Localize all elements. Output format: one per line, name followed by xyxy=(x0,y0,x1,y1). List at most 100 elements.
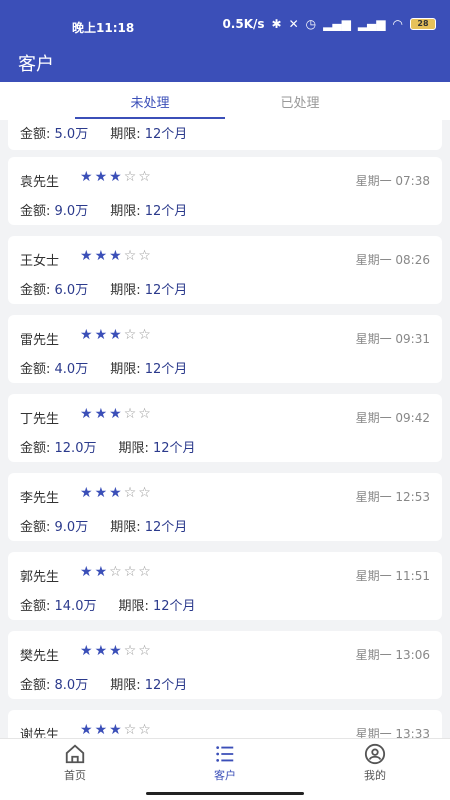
customer-name: 丁先生 xyxy=(20,412,60,427)
amount-value: 12.0万 xyxy=(54,441,97,456)
term-label: 期限: xyxy=(110,127,145,142)
loan-info: 金额: 5.0万 期限: 12个月 xyxy=(20,123,187,142)
alarm-icon: ◷ xyxy=(305,17,317,31)
status-time: 晚上11:18 xyxy=(72,21,135,35)
star-icon: ☆ xyxy=(123,406,139,422)
term-label: 期限: xyxy=(110,520,145,535)
list-item[interactable]: 樊先生 ★★★☆☆ 星期一 13:06 金额: 8.0万 期限: 12个月 xyxy=(8,631,442,699)
status-tabs: 未处理 已处理 xyxy=(0,82,450,120)
customer-time: 星期一 09:42 xyxy=(355,411,430,425)
star-icon: ☆ xyxy=(123,485,139,501)
star-icon: ☆ xyxy=(123,564,139,580)
page-title: 客户 xyxy=(18,54,54,75)
term-value: 12个月 xyxy=(144,678,188,693)
tab-mine[interactable]: 我的 xyxy=(300,743,450,783)
tab-mine-label: 我的 xyxy=(364,769,386,782)
star-icon: ★ xyxy=(94,169,110,185)
amount-label: 金额: xyxy=(20,204,55,219)
list-item[interactable]: 金额: 5.0万 期限: 12个月 xyxy=(8,120,442,150)
term-label: 期限: xyxy=(110,283,145,298)
star-icon: ★ xyxy=(109,643,124,659)
customer-time: 星期一 09:31 xyxy=(355,332,430,346)
tab-customers-label: 客户 xyxy=(214,769,236,782)
loan-info: 金额: 14.0万 期限: 12个月 xyxy=(20,595,196,614)
list-item[interactable]: 丁先生 ★★★☆☆ 星期一 09:42 金额: 12.0万 期限: 12个月 xyxy=(8,394,442,462)
list-item[interactable]: 王女士 ★★★☆☆ 星期一 08:26 金额: 6.0万 期限: 12个月 xyxy=(8,236,442,304)
rating: ★★☆☆☆ xyxy=(80,564,153,580)
star-icon: ★ xyxy=(109,169,124,185)
amount-value: 5.0万 xyxy=(54,127,89,142)
app-bar: 客户 xyxy=(0,42,450,82)
tab-customers[interactable]: 客户 xyxy=(150,743,300,783)
star-icon: ☆ xyxy=(109,564,124,580)
list-item[interactable]: 袁先生 ★★★☆☆ 星期一 07:38 金额: 9.0万 期限: 12个月 xyxy=(8,157,442,225)
list-item[interactable]: 谢先生 ★★★☆☆ 星期一 13:33 金额: xyxy=(8,710,442,738)
term-value: 12个月 xyxy=(144,520,188,535)
rating: ★★★☆☆ xyxy=(80,248,153,264)
amount-label: 金额: xyxy=(20,362,55,377)
star-icon: ☆ xyxy=(138,169,153,185)
term-value: 12个月 xyxy=(144,127,188,142)
star-icon: ☆ xyxy=(123,169,139,185)
term-label: 期限: xyxy=(118,599,153,614)
term-label: 期限: xyxy=(110,678,145,693)
home-icon xyxy=(65,744,85,764)
customer-name: 郭先生 xyxy=(20,570,60,585)
star-icon: ★ xyxy=(94,643,110,659)
customer-time: 星期一 08:26 xyxy=(355,253,430,267)
star-icon: ★ xyxy=(80,248,95,264)
customer-list[interactable]: 金额: 5.0万 期限: 12个月 袁先生 ★★★☆☆ 星期一 07:38 金额:… xyxy=(0,120,450,738)
customer-name: 樊先生 xyxy=(20,649,60,664)
amount-value: 9.0万 xyxy=(54,204,89,219)
network-speed: 0.5K/s xyxy=(222,17,265,31)
rating: ★★★☆☆ xyxy=(80,406,153,422)
amount-label: 金额: xyxy=(20,441,55,456)
star-icon: ★ xyxy=(109,327,124,343)
user-icon xyxy=(364,743,386,765)
rating: ★★★☆☆ xyxy=(80,643,153,659)
star-icon: ★ xyxy=(80,169,95,185)
loan-info: 金额: 6.0万 期限: 12个月 xyxy=(20,279,187,298)
term-value: 12个月 xyxy=(144,204,188,219)
star-icon: ☆ xyxy=(138,643,153,659)
star-icon: ★ xyxy=(109,406,124,422)
mute-icon: ✕ xyxy=(288,17,299,31)
bottom-tab-bar: 首页 客户 我的 xyxy=(0,738,450,800)
star-icon: ★ xyxy=(80,564,95,580)
star-icon: ★ xyxy=(94,722,110,738)
amount-value: 14.0万 xyxy=(54,599,97,614)
bluetooth-icon: ✱ xyxy=(271,17,282,31)
star-icon: ★ xyxy=(80,485,95,501)
amount-label: 金额: xyxy=(20,678,55,693)
rating: ★★★☆☆ xyxy=(80,169,153,185)
battery-icon: 28 xyxy=(410,18,436,30)
term-value: 12个月 xyxy=(152,441,196,456)
customer-time: 星期一 13:06 xyxy=(355,648,430,662)
star-icon: ★ xyxy=(94,564,110,580)
amount-label: 金额: xyxy=(20,283,55,298)
tab-done[interactable]: 已处理 xyxy=(225,92,375,111)
status-bar: 晚上11:18 0.5K/s ✱ ✕ ◷ ▂▄▆ ▂▄▆ ◠ 28 xyxy=(0,0,450,42)
customer-name: 谢先生 xyxy=(20,728,60,738)
loan-info: 金额: 8.0万 期限: 12个月 xyxy=(20,674,187,693)
star-icon: ★ xyxy=(80,406,95,422)
star-icon: ★ xyxy=(80,327,95,343)
list-item[interactable]: 郭先生 ★★☆☆☆ 星期一 11:51 金额: 14.0万 期限: 12个月 xyxy=(8,552,442,620)
star-icon: ☆ xyxy=(138,248,153,264)
star-icon: ★ xyxy=(94,327,110,343)
amount-value: 8.0万 xyxy=(54,678,89,693)
list-icon xyxy=(216,746,234,762)
star-icon: ☆ xyxy=(138,722,153,738)
customer-time: 星期一 13:33 xyxy=(355,727,430,738)
star-icon: ★ xyxy=(109,485,124,501)
customer-name: 雷先生 xyxy=(20,333,60,348)
star-icon: ☆ xyxy=(123,248,139,264)
tab-home[interactable]: 首页 xyxy=(0,743,150,783)
list-item[interactable]: 李先生 ★★★☆☆ 星期一 12:53 金额: 9.0万 期限: 12个月 xyxy=(8,473,442,541)
list-item[interactable]: 雷先生 ★★★☆☆ 星期一 09:31 金额: 4.0万 期限: 12个月 xyxy=(8,315,442,383)
tab-pending[interactable]: 未处理 xyxy=(75,92,225,111)
signal-icon: ▂▄▆ xyxy=(323,17,351,31)
term-value: 12个月 xyxy=(152,599,196,614)
star-icon: ★ xyxy=(94,406,110,422)
star-icon: ☆ xyxy=(138,564,153,580)
